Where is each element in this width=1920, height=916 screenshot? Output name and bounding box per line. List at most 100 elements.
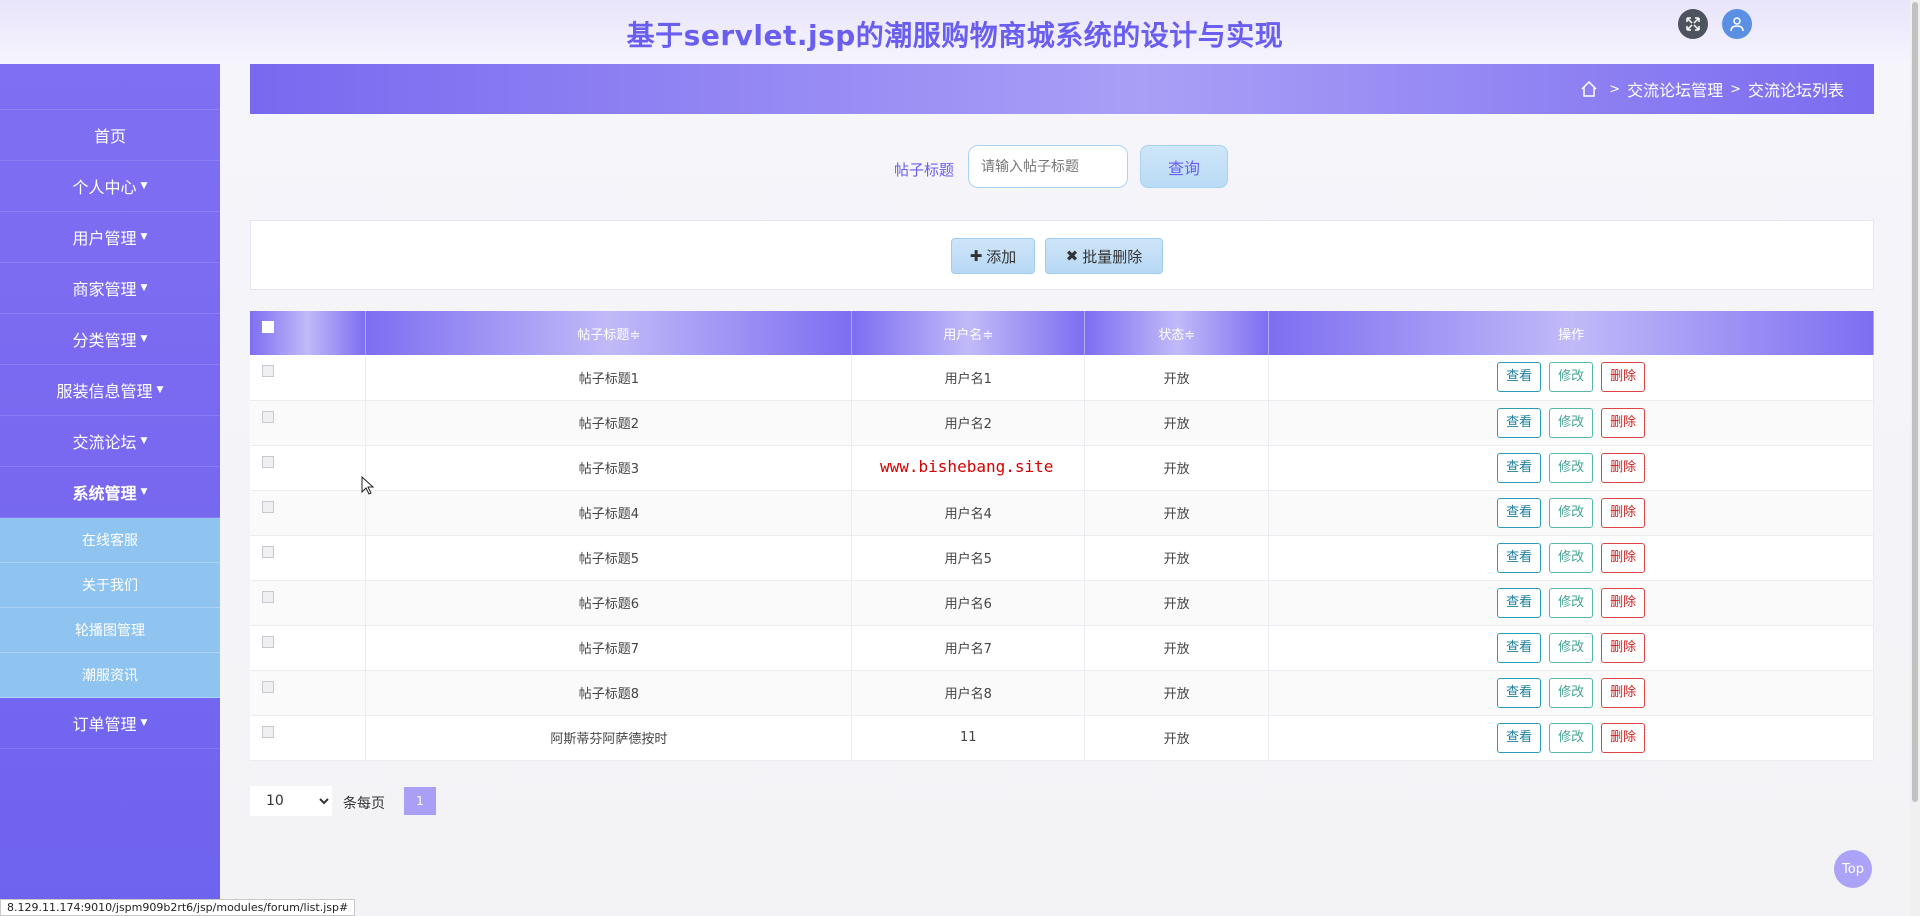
page-size-select[interactable]: 10 [250, 786, 332, 816]
table-row: 阿斯蒂芬阿萨德按时 11 开放 查看 修改 删除 [250, 715, 1874, 760]
breadcrumb: > 交流论坛管理 > 交流论坛列表 [250, 64, 1874, 114]
delete-button[interactable]: 删除 [1601, 722, 1646, 753]
cell-title: 帖子标题4 [365, 490, 853, 535]
sidebar-item-order-management[interactable]: 订单管理 ▼ [0, 698, 220, 749]
top-header: 基于servlet.jsp的潮服购物商城系统的设计与实现 [0, 0, 1910, 64]
caret-down-icon: ▼ [140, 181, 148, 191]
cell-title: 帖子标题1 [365, 355, 853, 400]
select-all-checkbox[interactable] [262, 321, 274, 333]
submenu-item-about-us[interactable]: 关于我们 [0, 563, 220, 608]
view-button[interactable]: 查看 [1497, 632, 1542, 663]
sidebar-item-merchant-management[interactable]: 商家管理 ▼ [0, 263, 220, 314]
caret-down-icon: ▼ [140, 334, 148, 344]
row-checkbox[interactable] [262, 635, 274, 648]
delete-button[interactable]: 删除 [1601, 452, 1646, 483]
col-header-actions: 操作 [1268, 311, 1874, 355]
mouse-cursor-icon [361, 476, 375, 495]
row-checkbox[interactable] [262, 410, 274, 423]
view-button[interactable]: 查看 [1497, 722, 1542, 753]
col-header-username[interactable]: 用户名≑ [851, 311, 1086, 355]
row-checkbox[interactable] [262, 725, 274, 738]
edit-button[interactable]: 修改 [1549, 632, 1594, 663]
view-button[interactable]: 查看 [1497, 497, 1542, 528]
sidebar-item-clothing-management[interactable]: 服装信息管理 ▼ [0, 365, 220, 416]
delete-button[interactable]: 删除 [1601, 677, 1646, 708]
edit-button[interactable]: 修改 [1549, 677, 1594, 708]
fullscreen-button[interactable] [1678, 9, 1708, 39]
sidebar-item-user-management[interactable]: 用户管理 ▼ [0, 212, 220, 263]
add-button[interactable]: ✚ 添加 [951, 238, 1035, 274]
per-page-label: 条每页 [343, 796, 385, 812]
cell-status: 开放 [1084, 580, 1270, 625]
sidebar-item-category-management[interactable]: 分类管理 ▼ [0, 314, 220, 365]
cell-username: 用户名4 [851, 490, 1086, 535]
edit-button[interactable]: 修改 [1549, 587, 1594, 618]
col-header-status[interactable]: 状态≑ [1084, 311, 1270, 355]
home-icon[interactable] [1580, 80, 1598, 98]
cell-title: 帖子标题3 [365, 445, 853, 490]
cell-status: 开放 [1084, 625, 1270, 670]
breadcrumb-level1[interactable]: 交流论坛管理 [1627, 77, 1723, 101]
cell-title: 帖子标题5 [365, 535, 853, 580]
back-to-top-button[interactable]: Top [1834, 850, 1872, 888]
search-label: 帖子标题 [894, 161, 955, 179]
caret-down-icon: ▼ [156, 385, 164, 395]
view-button[interactable]: 查看 [1497, 542, 1542, 573]
view-button[interactable]: 查看 [1497, 677, 1542, 708]
row-checkbox[interactable] [262, 365, 274, 377]
select-all-cell [250, 311, 367, 355]
col-header-title[interactable]: 帖子标题≑ [365, 311, 853, 355]
edit-button[interactable]: 修改 [1549, 407, 1594, 438]
delete-button[interactable]: 删除 [1601, 542, 1646, 573]
edit-button[interactable]: 修改 [1549, 722, 1594, 753]
search-button[interactable]: 查询 [1140, 145, 1228, 188]
edit-button[interactable]: 修改 [1549, 542, 1594, 573]
user-avatar-button[interactable] [1722, 9, 1752, 39]
submenu-item-carousel[interactable]: 轮播图管理 [0, 608, 220, 653]
cell-actions: 查看 修改 删除 [1268, 580, 1874, 625]
delete-button[interactable]: 删除 [1601, 362, 1646, 393]
row-checkbox[interactable] [262, 500, 274, 513]
cell-actions: 查看 修改 删除 [1268, 715, 1874, 760]
row-checkbox[interactable] [262, 680, 274, 693]
view-button[interactable]: 查看 [1497, 362, 1542, 393]
batch-delete-button[interactable]: ✖ 批量删除 [1045, 238, 1163, 274]
row-select-cell [250, 625, 367, 670]
delete-button[interactable]: 删除 [1601, 632, 1646, 663]
sidebar-item-home[interactable]: 首页 [0, 110, 220, 161]
page-number-current[interactable]: 1 [404, 787, 436, 815]
edit-button[interactable]: 修改 [1549, 362, 1594, 393]
edit-button[interactable]: 修改 [1549, 497, 1594, 528]
delete-button[interactable]: 删除 [1601, 587, 1646, 618]
row-checkbox[interactable] [262, 590, 274, 603]
search-input[interactable] [968, 145, 1128, 188]
row-select-cell [250, 670, 367, 715]
sidebar: 首页 个人中心 ▼ 用户管理 ▼ 商家管理 ▼ 分类管理 ▼ 服装信息管理 ▼ 交流论坛 ▼… [0, 64, 220, 916]
view-button[interactable]: 查看 [1497, 587, 1542, 618]
cell-title: 帖子标题2 [365, 400, 853, 445]
cell-username: 用户名1 [851, 355, 1086, 400]
scrollbar-thumb[interactable] [1912, 2, 1918, 802]
cell-status: 开放 [1084, 400, 1270, 445]
cell-status: 开放 [1084, 670, 1270, 715]
sidebar-item-forum[interactable]: 交流论坛 ▼ [0, 416, 220, 467]
table-row: 帖子标题2 用户名2 开放 查看 修改 删除 [250, 400, 1874, 445]
sidebar-item-personal-center[interactable]: 个人中心 ▼ [0, 161, 220, 212]
toolbar: ✚ 添加 ✖ 批量删除 [250, 220, 1874, 290]
forum-table: 帖子标题≑ 用户名≑ 状态≑ 操作 帖子标题1 用户名1 开放 查看 修改 删除 帖子标题2… [250, 311, 1874, 761]
browser-status-url: 8.129.11.174:9010/jspm909b2rt6/jsp/modul… [0, 899, 356, 916]
submenu-item-online-service[interactable]: 在线客服 [0, 518, 220, 563]
row-select-cell [250, 580, 367, 625]
caret-down-icon: ▼ [140, 487, 148, 497]
row-checkbox[interactable] [262, 545, 274, 558]
submenu-item-fashion-news[interactable]: 潮服资讯 [0, 653, 220, 698]
cell-status: 开放 [1084, 535, 1270, 580]
view-button[interactable]: 查看 [1497, 407, 1542, 438]
row-checkbox[interactable] [262, 455, 274, 468]
view-button[interactable]: 查看 [1497, 452, 1542, 483]
delete-button[interactable]: 删除 [1601, 497, 1646, 528]
cell-title: 阿斯蒂芬阿萨德按时 [365, 715, 853, 760]
sidebar-item-system-management[interactable]: 系统管理 ▼ [0, 467, 220, 518]
delete-button[interactable]: 删除 [1601, 407, 1646, 438]
edit-button[interactable]: 修改 [1549, 452, 1594, 483]
